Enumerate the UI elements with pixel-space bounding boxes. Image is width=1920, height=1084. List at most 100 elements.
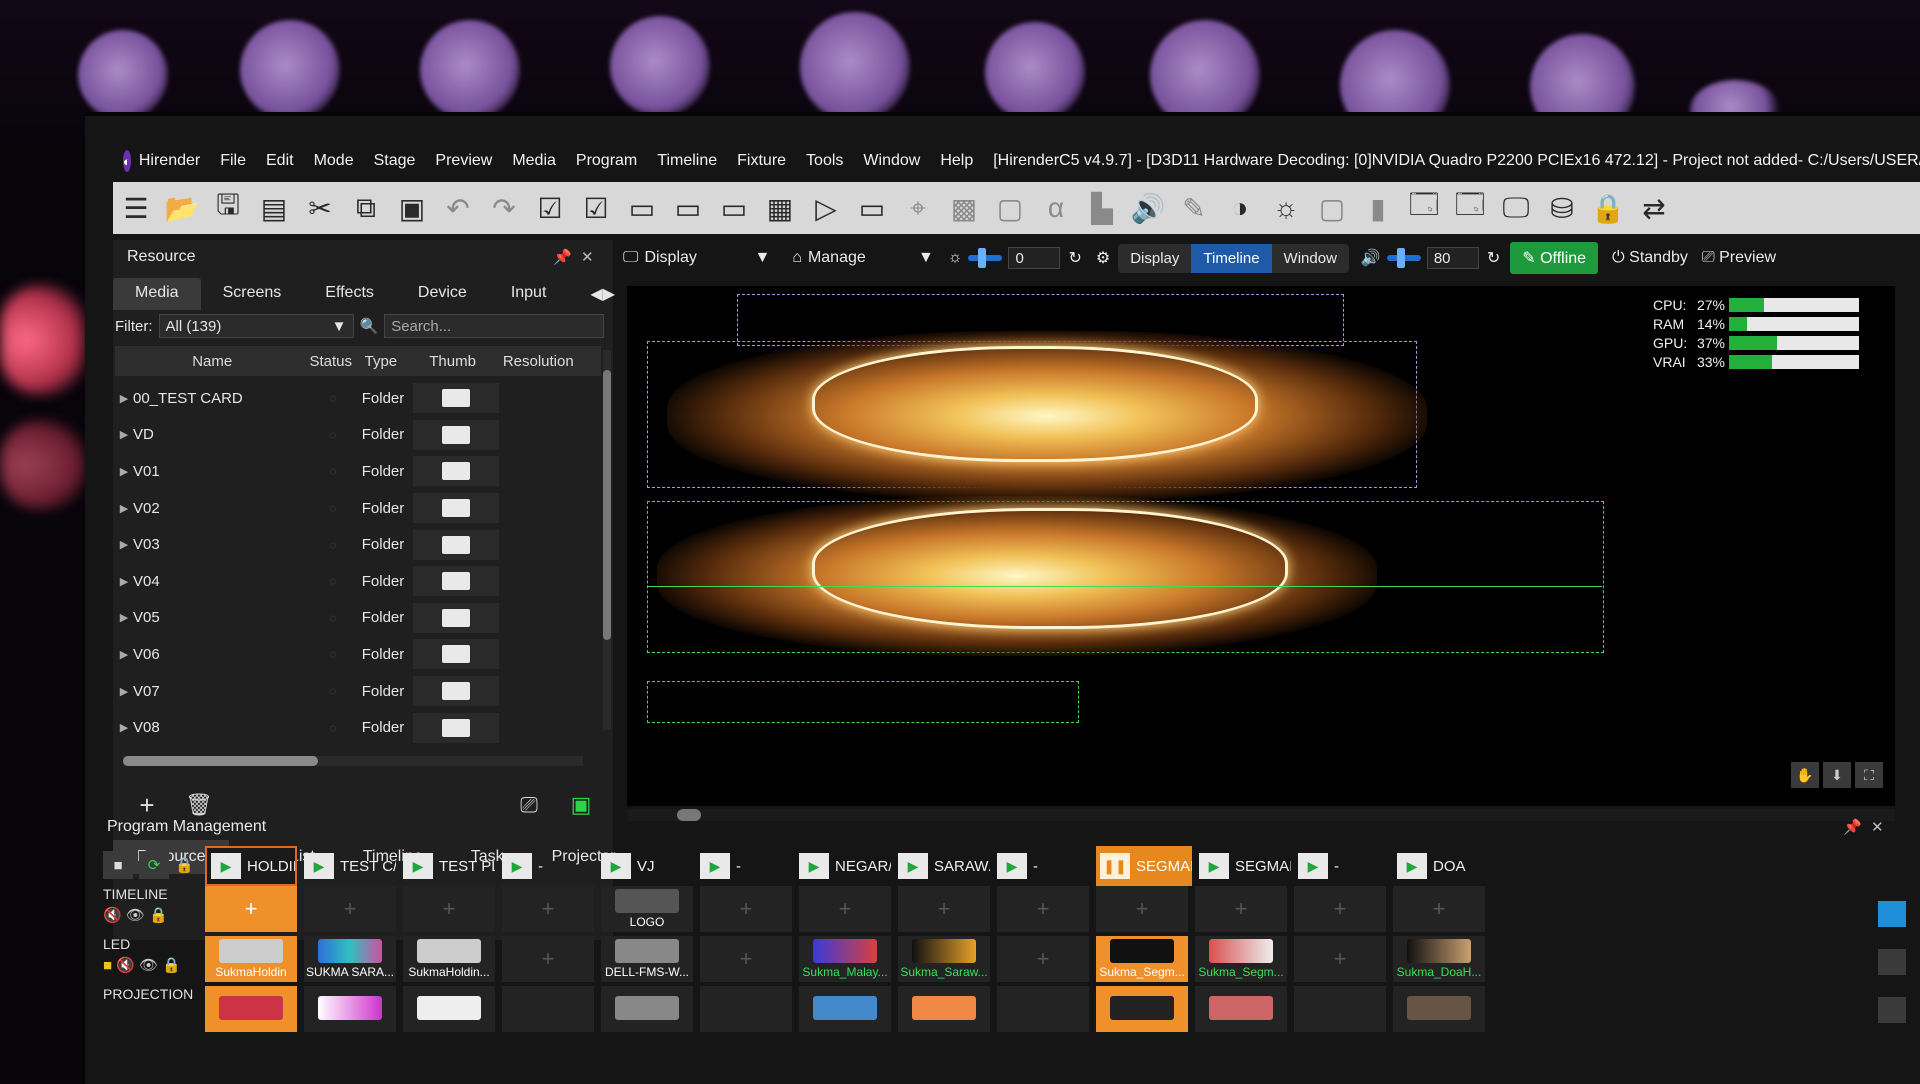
add-cell[interactable]: + <box>997 886 1089 932</box>
program-header[interactable]: ▶ TEST C/ <box>304 846 396 886</box>
media-cell[interactable]: SukmaHoldin <box>205 936 297 982</box>
check-list-icon[interactable]: ☑ <box>527 185 573 231</box>
open-folder-icon[interactable]: 📂 <box>159 185 205 231</box>
filter-select[interactable]: All (139) ▼ <box>158 314 354 338</box>
list-icon[interactable]: ☰ <box>113 185 159 231</box>
scrollbar-thumb[interactable] <box>677 809 701 821</box>
table-row[interactable]: ▶ V07 ◌ Folder <box>115 673 601 710</box>
clipboard-icon[interactable]: ▤ <box>251 185 297 231</box>
download-icon[interactable]: ⬇ <box>1823 762 1851 788</box>
mute-icon[interactable]: 🔇 👁 🔒 <box>103 906 203 924</box>
mode-display[interactable]: Display <box>1118 244 1191 273</box>
media-cell[interactable]: Sukma_Malay... <box>799 936 891 982</box>
media-cell[interactable] <box>304 986 396 1032</box>
media-cell[interactable] <box>799 986 891 1032</box>
feather-icon[interactable]: ✎ <box>1171 185 1217 231</box>
expand-arrow-icon[interactable]: ▶ <box>115 465 133 478</box>
media-cell[interactable] <box>898 986 990 1032</box>
column-status[interactable]: Status <box>309 353 352 370</box>
add-cell[interactable]: + <box>700 886 792 932</box>
tab-device[interactable]: Device <box>396 278 489 310</box>
chevron-down-icon[interactable]: ▼ <box>754 249 770 267</box>
manage-dropdown[interactable]: Manage <box>808 249 918 267</box>
media-cell[interactable]: Sukma_DoaH... <box>1393 936 1485 982</box>
preview-horizontal-scrollbar[interactable] <box>627 809 1895 821</box>
crop-icon[interactable]: ▢ <box>987 185 1033 231</box>
gradient-icon[interactable]: ▮ <box>1355 185 1401 231</box>
play-icon[interactable]: ▶ <box>898 853 928 879</box>
grid-icon[interactable]: ▦ <box>757 185 803 231</box>
grid-view-icon[interactable] <box>1878 901 1906 927</box>
program-header[interactable]: ▶ TEST PL <box>403 846 495 886</box>
search-input[interactable]: Search... <box>384 314 605 338</box>
program-header[interactable]: ▶ HOLDIN <box>205 846 297 886</box>
menu-media[interactable]: Media <box>512 152 556 170</box>
menu-tools[interactable]: Tools <box>806 152 843 170</box>
add-cell[interactable]: + <box>1294 936 1386 982</box>
column-type[interactable]: Type <box>351 353 410 370</box>
pin-icon[interactable]: 📌 <box>553 248 572 266</box>
column-name[interactable]: Name <box>115 353 309 370</box>
play-icon[interactable]: ▶ <box>1298 853 1328 879</box>
network-icon[interactable]: ⛁ <box>1539 185 1585 231</box>
program-header[interactable]: ▶ - <box>700 846 792 886</box>
close-icon[interactable]: ✕ <box>1871 818 1884 836</box>
lock-icon[interactable]: 🔒 <box>175 856 194 874</box>
frame-icon[interactable]: ▢ <box>1309 185 1355 231</box>
resource-horizontal-scrollbar[interactable] <box>123 756 583 766</box>
add-cell[interactable]: + <box>1393 886 1485 932</box>
transform-icon[interactable]: ⇄ <box>1631 185 1677 231</box>
add-cell[interactable]: + <box>997 936 1089 982</box>
media-cell[interactable] <box>601 986 693 1032</box>
table-row[interactable]: ▶ V05 ◌ Folder <box>115 600 601 637</box>
play-icon[interactable]: ▶ <box>403 853 433 879</box>
program-header[interactable]: ▶ NEGAR/ <box>799 846 891 886</box>
tab-media[interactable]: Media <box>113 278 201 310</box>
play-icon[interactable]: ▶ <box>997 853 1027 879</box>
menu-window[interactable]: Window <box>863 152 920 170</box>
media-cell[interactable]: Sukma_Saraw... <box>898 936 990 982</box>
add-cell[interactable]: + <box>304 886 396 932</box>
media-cell[interactable] <box>1096 986 1188 1032</box>
add-cell[interactable]: + <box>799 886 891 932</box>
volume-value[interactable]: 80 <box>1426 247 1479 269</box>
expand-arrow-icon[interactable]: ▶ <box>115 611 133 624</box>
check-list-alt-icon[interactable]: ☑ <box>573 185 619 231</box>
mode-timeline[interactable]: Timeline <box>1191 243 1272 273</box>
media-cell[interactable] <box>1195 986 1287 1032</box>
layer-tool-icon[interactable] <box>1878 949 1906 975</box>
menu-mode[interactable]: Mode <box>314 152 354 170</box>
program-header[interactable]: ▶ - <box>997 846 1089 886</box>
expand-arrow-icon[interactable]: ▶ <box>115 502 133 515</box>
pin-icon[interactable]: 📌 <box>1843 818 1862 836</box>
brightness-slider[interactable] <box>968 248 1003 268</box>
table-row[interactable]: ▶ V03 ◌ Folder <box>115 526 601 563</box>
resource-vertical-scrollbar[interactable] <box>603 350 611 730</box>
add-icon[interactable]: + <box>129 790 165 821</box>
brightness-icon[interactable]: ☼ <box>1263 185 1309 231</box>
media-cell[interactable]: SUKMA SARA... <box>304 936 396 982</box>
alpha-icon[interactable]: α <box>1033 185 1079 231</box>
stop-icon[interactable]: ■ <box>103 851 133 879</box>
close-icon[interactable]: ✕ <box>581 248 594 266</box>
program-header[interactable]: ▶ SARAW. <box>898 846 990 886</box>
import-media-icon[interactable]: ⎚ <box>511 792 547 818</box>
media-play-frame-icon[interactable]: ▷ <box>803 185 849 231</box>
cut-icon[interactable]: ✂ <box>297 185 343 231</box>
expand-arrow-icon[interactable]: ▶ <box>115 428 133 441</box>
hand-icon[interactable]: ✋ <box>1791 762 1819 788</box>
play-icon[interactable]: ▶ <box>1199 853 1229 879</box>
media-cell[interactable]: Sukma_Segm... <box>1195 936 1287 982</box>
menu-timeline[interactable]: Timeline <box>657 152 717 170</box>
table-row[interactable]: ▶ VD ◌ Folder <box>115 417 601 454</box>
table-row[interactable]: ▶ V04 ◌ Folder <box>115 563 601 600</box>
media-stack-icon[interactable]: ▭ <box>849 185 895 231</box>
expand-arrow-icon[interactable]: ▶ <box>115 648 133 661</box>
redo-icon[interactable]: ↷ <box>481 185 527 231</box>
undo-icon[interactable]: ↶ <box>435 185 481 231</box>
save-icon[interactable]: 🖫 <box>205 185 251 231</box>
scrollbar-thumb[interactable] <box>123 756 318 766</box>
add-cell[interactable]: + <box>898 886 990 932</box>
display-dropdown[interactable]: Display <box>644 249 754 267</box>
pin-icon[interactable]: ⌖ <box>895 185 941 231</box>
